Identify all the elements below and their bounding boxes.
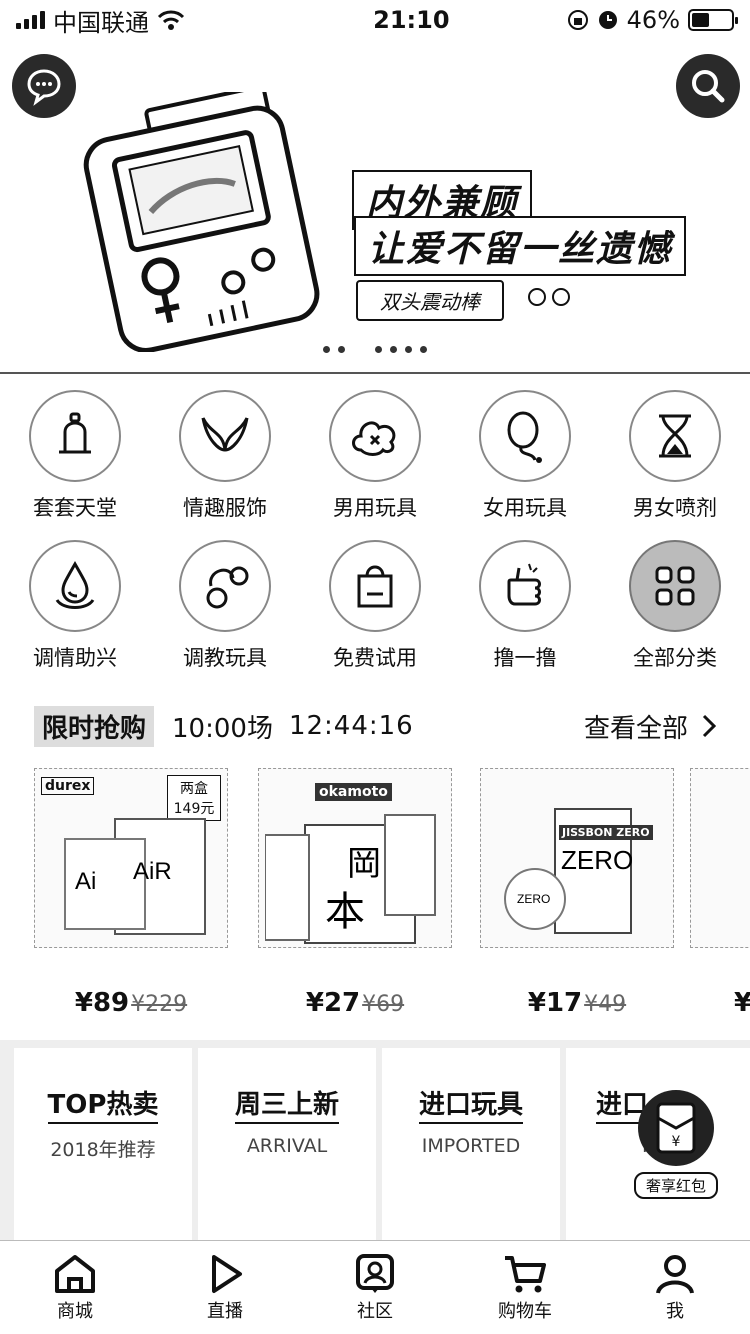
user-icon xyxy=(656,1254,694,1294)
status-bar: 中国联通 21:10 46% xyxy=(0,0,750,40)
flash-sale-list: durex 两盒 149元 Ai AiR ¥89¥229 okamoto 岡本 ¥… xyxy=(0,768,750,1028)
battery-percent: 46% xyxy=(626,6,680,34)
svg-text:Ai: Ai xyxy=(75,868,96,895)
product-image: ZERO ZERO JISSBON ZERO xyxy=(480,768,674,948)
svg-text:岡: 岡 xyxy=(347,844,381,884)
deal-card[interactable]: okamoto 岡本 ¥27¥69 xyxy=(258,768,452,1018)
rotation-lock-icon xyxy=(567,10,588,30)
tab-cart[interactable]: 购物车 xyxy=(450,1241,600,1334)
search-icon xyxy=(692,70,725,103)
svg-text:ZERO: ZERO xyxy=(517,892,550,906)
hourglass-icon xyxy=(659,414,691,458)
category-item[interactable]: 套套天堂 xyxy=(0,380,150,530)
condom-icon xyxy=(59,412,91,454)
flash-sale-title: 限时抢购 xyxy=(34,705,155,747)
category-item[interactable]: 全部分类 xyxy=(600,530,750,680)
red-envelope-icon: ¥ xyxy=(656,1102,696,1154)
signal-icon xyxy=(16,11,45,29)
egg-icon xyxy=(507,411,542,463)
drop-icon xyxy=(55,560,95,609)
svg-text:¥: ¥ xyxy=(672,1134,681,1150)
flash-sale-header: 限时抢购 10:00场 12:44:16 查看全部 xyxy=(0,700,750,752)
carrier-label: 中国联通 xyxy=(53,8,149,37)
category-item[interactable]: 撸一撸 xyxy=(450,530,600,680)
deal-card[interactable]: ZERO ZERO JISSBON ZERO ¥17¥49 xyxy=(480,768,674,1018)
category-item[interactable]: 男用玩具 xyxy=(300,380,450,530)
category-item[interactable]: 男女喷剂 xyxy=(600,380,750,530)
category-grid: 套套天堂 情趣服饰 男用玩具 女用玩具 男女喷剂 调情助兴 调教玩具 免费试用 … xyxy=(0,380,750,680)
tab-live[interactable]: 直播 xyxy=(150,1241,300,1334)
tab-me[interactable]: 我 xyxy=(600,1241,750,1334)
cloud-x-icon xyxy=(352,421,396,456)
feature-card-new-arrival[interactable]: 周三上新 ARRIVAL xyxy=(198,1048,376,1240)
banner-pager xyxy=(0,346,750,353)
chevron-right-icon xyxy=(702,714,716,738)
product-image: okamoto 岡本 xyxy=(258,768,452,948)
svg-text:AiR: AiR xyxy=(133,858,172,885)
message-button[interactable] xyxy=(12,54,76,118)
bra-icon xyxy=(201,417,249,452)
alarm-icon xyxy=(598,11,617,29)
battery-icon xyxy=(688,9,738,31)
category-item[interactable]: 情趣服饰 xyxy=(150,380,300,530)
red-packet-button[interactable]: ¥ 奢享红包 xyxy=(634,1090,718,1200)
category-item[interactable]: 女用玩具 xyxy=(450,380,600,530)
grid-icon xyxy=(655,566,695,606)
wifi-icon xyxy=(157,10,185,30)
tab-community[interactable]: 社区 xyxy=(300,1241,450,1334)
community-icon xyxy=(356,1253,394,1293)
fist-icon xyxy=(507,563,541,606)
home-icon xyxy=(55,1254,95,1293)
svg-text:本: 本 xyxy=(325,889,365,935)
product-image xyxy=(690,768,750,948)
banner-tag-dots xyxy=(528,288,570,306)
deal-card[interactable]: ¥ xyxy=(690,768,750,1018)
category-item[interactable]: 免费试用 xyxy=(300,530,450,680)
product-image: durex 两盒 149元 Ai AiR xyxy=(34,768,228,948)
play-icon xyxy=(212,1254,242,1293)
clock: 21:10 xyxy=(373,6,450,34)
banner-product-tag[interactable]: 双头震动棒 xyxy=(356,280,504,321)
flash-sale-session: 10:00场 xyxy=(172,713,273,744)
flash-sale-countdown: 12:44:16 xyxy=(288,711,414,741)
feature-card-imported[interactable]: 进口玩具 IMPORTED xyxy=(382,1048,560,1240)
chat-bubble-icon xyxy=(27,69,61,106)
category-item[interactable]: 调情助兴 xyxy=(0,530,150,680)
banner-subheadline: 让爱不留一丝遗憾 xyxy=(354,216,687,276)
tab-mall[interactable]: 商城 xyxy=(0,1241,150,1334)
cart-icon xyxy=(505,1255,546,1292)
category-item[interactable]: 调教玩具 xyxy=(150,530,300,680)
divider xyxy=(0,372,750,374)
game-console-illustration xyxy=(83,92,320,352)
deal-card[interactable]: durex 两盒 149元 Ai AiR ¥89¥229 xyxy=(34,768,228,1018)
hero-banner[interactable]: 内外兼顾 让爱不留一丝遗憾 双头震动棒 xyxy=(0,40,750,372)
bag-icon xyxy=(357,565,393,608)
view-all-link[interactable]: 查看全部 xyxy=(584,708,716,745)
svg-text:ZERO: ZERO xyxy=(561,845,633,875)
circles-icon xyxy=(206,566,249,609)
feature-card-top-sellers[interactable]: TOP热卖 2018年推荐 xyxy=(14,1048,192,1240)
search-button[interactable] xyxy=(676,54,740,118)
bottom-tab-bar: 商城 直播 社区 购物车 我 xyxy=(0,1240,750,1334)
